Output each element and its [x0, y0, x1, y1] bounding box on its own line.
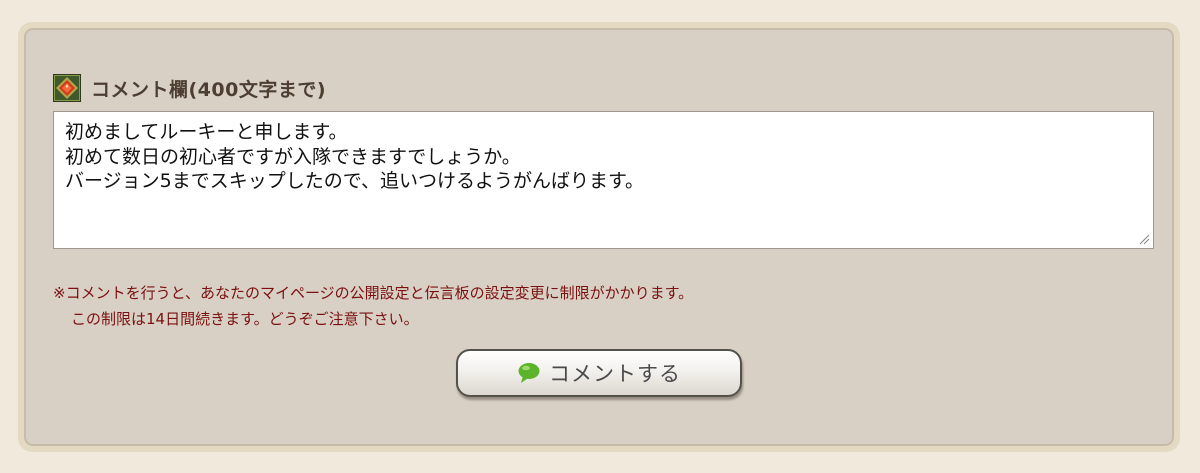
comment-restriction-notice: ※コメントを行うと、あなたのマイページの公開設定と伝言板の設定変更に制限がかかり… — [53, 280, 693, 332]
notice-line-2: この制限は14日間続きます。どうぞご注意下さい。 — [71, 310, 419, 328]
resize-grip-icon[interactable] — [1138, 233, 1150, 245]
comment-textarea[interactable]: 初めましてルーキーと申します。 初めて数日の初心者ですが入隊できますでしょうか。… — [53, 111, 1154, 249]
comment-heading-text: コメント欄(400文字まで) — [91, 78, 327, 101]
comment-panel: コメント欄(400文字まで) 初めましてルーキーと申します。 初めて数日の初心者… — [24, 28, 1174, 446]
notice-line-1: ※コメントを行うと、あなたのマイページの公開設定と伝言板の設定変更に制限がかかり… — [53, 284, 694, 302]
submit-comment-button[interactable]: コメントする — [456, 349, 742, 397]
speech-bubble-icon — [518, 363, 540, 383]
comment-heading: コメント欄(400文字まで) — [53, 72, 326, 104]
diamond-emblem-icon — [53, 74, 81, 102]
submit-comment-label: コメントする — [549, 362, 681, 386]
comment-panel-frame: コメント欄(400文字まで) 初めましてルーキーと申します。 初めて数日の初心者… — [18, 22, 1180, 452]
